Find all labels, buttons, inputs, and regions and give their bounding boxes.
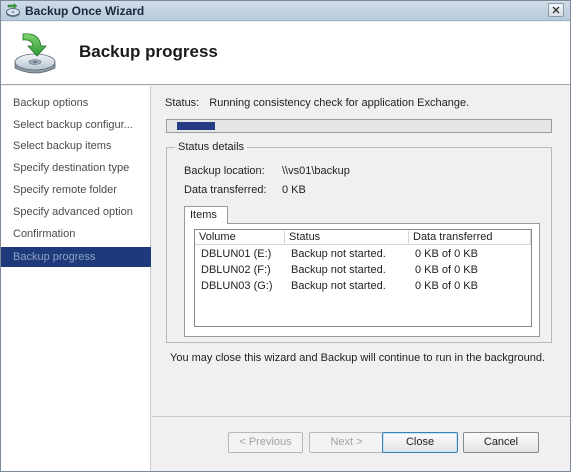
sidebar-item-confirmation[interactable]: Confirmation <box>1 224 151 244</box>
tab-items[interactable]: Items <box>184 206 228 224</box>
sidebar-item-specify-remote-folder[interactable]: Specify remote folder <box>1 180 151 200</box>
backup-location-label: Backup location: <box>184 165 265 177</box>
sidebar-item-backup-options[interactable]: Backup options <box>1 93 151 113</box>
backup-disk-icon <box>6 3 20 17</box>
wizard-steps-sidebar: Backup options Select backup configur...… <box>1 86 151 471</box>
close-button[interactable]: Close <box>382 432 458 453</box>
data-transferred-label: Data transferred: <box>184 184 267 196</box>
sidebar-item-specify-destination-type[interactable]: Specify destination type <box>1 158 151 178</box>
wizard-content: Status: Running consistency check for app… <box>152 86 570 471</box>
wizard-header: Backup progress <box>1 22 570 85</box>
data-transferred-cell: 0 KB of 0 KB <box>415 264 478 276</box>
progress-bar-fill <box>177 122 215 130</box>
backup-location-row: Backup location: \\vs01\backup <box>184 165 350 177</box>
table-row[interactable]: DBLUN03 (G:) Backup not started. 0 KB of… <box>195 279 531 295</box>
volume-cell: DBLUN03 (G:) <box>201 280 273 292</box>
status-cell: Backup not started. <box>291 264 386 276</box>
column-header-status[interactable]: Status <box>285 231 409 244</box>
status-details-legend: Status details <box>175 141 248 153</box>
previous-button[interactable]: < Previous <box>228 432 303 453</box>
status-cell: Backup not started. <box>291 280 386 292</box>
wizard-window: Backup Once Wizard Backup progress Backu… <box>0 0 571 472</box>
table-row[interactable]: DBLUN01 (E:) Backup not started. 0 KB of… <box>195 247 531 263</box>
footer-divider <box>152 416 570 417</box>
items-tab-panel: Volume Status Data transferred DBLUN01 (… <box>184 223 540 337</box>
window-close-button[interactable] <box>548 3 564 17</box>
backup-disk-arrow-icon <box>14 33 56 74</box>
cancel-button[interactable]: Cancel <box>463 432 539 453</box>
status-label: Status: <box>165 97 200 109</box>
page-title: Backup progress <box>79 42 218 61</box>
sidebar-item-select-backup-items[interactable]: Select backup items <box>1 136 151 156</box>
column-header-data-transferred[interactable]: Data transferred <box>409 231 531 244</box>
status-cell: Backup not started. <box>291 248 386 260</box>
backup-location-value: \\vs01\backup <box>282 165 350 177</box>
volume-cell: DBLUN02 (F:) <box>201 264 271 276</box>
close-icon <box>552 6 560 14</box>
window-title: Backup Once Wizard <box>25 4 145 18</box>
items-list[interactable]: Volume Status Data transferred DBLUN01 (… <box>194 229 532 327</box>
status-details-group: Status details Backup location: \\vs01\ba… <box>166 141 552 343</box>
data-transferred-cell: 0 KB of 0 KB <box>415 280 478 292</box>
data-transferred-row: Data transferred: 0 KB <box>184 184 306 196</box>
background-run-note: You may close this wizard and Backup wil… <box>170 352 546 364</box>
sidebar-item-select-backup-configuration[interactable]: Select backup configur... <box>1 115 151 135</box>
title-bar[interactable]: Backup Once Wizard <box>1 1 570 21</box>
sidebar-item-specify-advanced-option[interactable]: Specify advanced option <box>1 202 151 222</box>
data-transferred-cell: 0 KB of 0 KB <box>415 248 478 260</box>
status-line: Status: Running consistency check for app… <box>165 97 469 109</box>
status-text: Running consistency check for applicatio… <box>209 97 470 109</box>
next-button[interactable]: Next > <box>309 432 384 453</box>
backup-progress-bar <box>166 119 552 133</box>
table-row[interactable]: DBLUN02 (F:) Backup not started. 0 KB of… <box>195 263 531 279</box>
volume-cell: DBLUN01 (E:) <box>201 248 272 260</box>
items-list-header: Volume Status Data transferred <box>195 230 531 245</box>
sidebar-item-backup-progress[interactable]: Backup progress <box>1 247 151 267</box>
column-header-volume[interactable]: Volume <box>195 231 285 244</box>
data-transferred-value: 0 KB <box>282 184 306 196</box>
